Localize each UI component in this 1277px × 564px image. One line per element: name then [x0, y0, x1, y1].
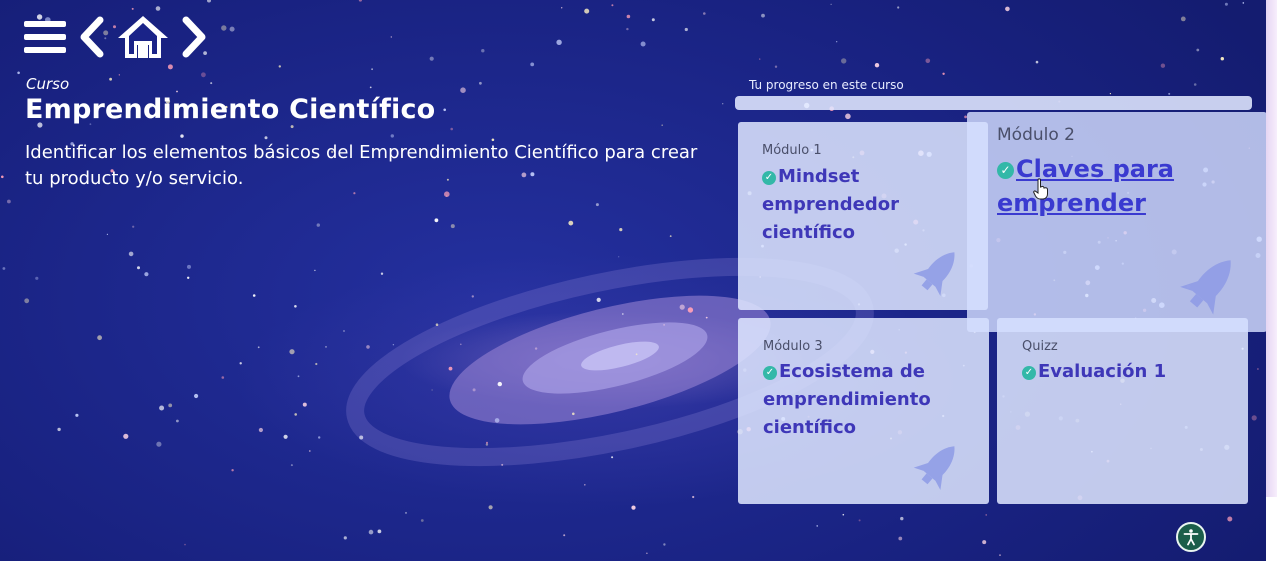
module-card-2[interactable]: Módulo 2 ✓ Claves para emprender [967, 112, 1267, 332]
chevron-right-icon[interactable] [180, 16, 208, 58]
accessibility-icon [1183, 529, 1199, 546]
module-card-1[interactable]: Módulo 1 ✓ Mindset emprendedor científico [738, 122, 988, 310]
progress-bar [735, 96, 1252, 110]
scrollbar-track[interactable] [1266, 0, 1277, 497]
check-icon: ✓ [762, 171, 776, 185]
progress-label: Tu progreso en este curso [749, 78, 904, 92]
module-title[interactable]: ✓ Evaluación 1 [1022, 358, 1227, 386]
page-edge [1266, 497, 1277, 564]
module-title[interactable]: ✓ Mindset emprendedor científico [762, 163, 962, 247]
check-icon: ✓ [997, 162, 1014, 179]
hamburger-menu-icon[interactable] [24, 17, 68, 57]
module-title[interactable]: ✓ Ecosistema de emprendimiento científico [763, 358, 968, 442]
hand-cursor-icon [1033, 178, 1048, 200]
rocket-icon [913, 446, 955, 491]
module-kicker: Quizz [1022, 339, 1058, 354]
module-card-3[interactable]: Módulo 3 ✓ Ecosistema de emprendimiento c… [738, 318, 989, 504]
home-icon[interactable] [116, 14, 170, 60]
check-icon: ✓ [763, 366, 777, 380]
rocket-icon [913, 252, 955, 297]
accessibility-button[interactable] [1176, 522, 1206, 552]
course-description: Identificar los elementos básicos del Em… [25, 142, 698, 189]
course-title: Emprendimiento Científico [25, 94, 436, 125]
module-kicker: Módulo 3 [763, 339, 823, 354]
chevron-left-icon[interactable] [78, 16, 106, 58]
module-kicker: Módulo 2 [997, 125, 1075, 145]
course-kicker: Curso [26, 75, 70, 93]
rocket-icon [1180, 260, 1231, 315]
check-icon: ✓ [1022, 366, 1036, 380]
module-kicker: Módulo 1 [762, 143, 822, 158]
top-navigation [24, 14, 208, 60]
quiz-card[interactable]: Quizz ✓ Evaluación 1 [997, 318, 1248, 504]
